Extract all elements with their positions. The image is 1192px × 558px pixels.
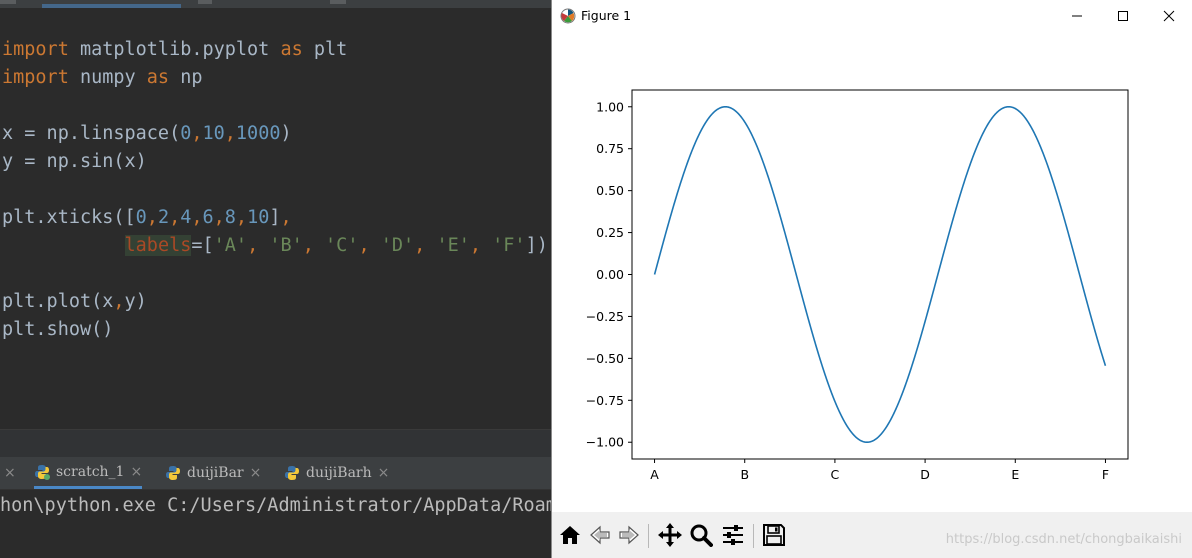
minimize-icon[interactable]	[1054, 0, 1100, 32]
code-line-2[interactable]: import numpy as np	[2, 66, 203, 90]
active-editor-tab-indicator[interactable]	[42, 4, 181, 8]
code-line-4[interactable]: x = np.linspace(0,10,1000)	[2, 122, 292, 146]
run-tab-bar: × scratch_1 × duijiBar × duijiBarh ×	[0, 457, 551, 490]
code-line-7[interactable]: plt.xticks([0,2,4,6,8,10],	[2, 206, 292, 230]
code-line-10[interactable]: plt.plot(x,y)	[2, 290, 147, 314]
configure-subplots-icon[interactable]	[718, 521, 748, 549]
toolbar-separator	[648, 524, 649, 548]
python-icon	[34, 464, 50, 480]
x-tick-label: A	[650, 467, 659, 482]
code-editor-pane: import matplotlib.pyplot as plt import n…	[0, 0, 551, 558]
python-icon	[284, 465, 300, 481]
python-icon	[165, 465, 181, 481]
run-tab-label: duijiBar	[187, 465, 244, 481]
run-tab-label: scratch_1	[56, 463, 125, 480]
plot-canvas[interactable]: A B C D E F 1.00 0.75 0.50 0.25 0.00 −0.25 −0.50 −0.7…	[552, 32, 1192, 512]
matplotlib-logo-icon	[560, 8, 576, 24]
x-tick-label: C	[831, 467, 840, 482]
x-tick-label: B	[740, 467, 749, 482]
x-tick-label: D	[920, 467, 930, 482]
home-icon[interactable]	[555, 521, 585, 549]
run-output-line[interactable]: hon\python.exe C:/Users/Administrator/Ap…	[0, 492, 551, 520]
y-tick-label: −0.25	[586, 309, 624, 324]
y-tick-label: −0.50	[586, 351, 624, 366]
zoom-icon[interactable]	[686, 521, 716, 549]
x-tick-label: F	[1102, 467, 1109, 482]
back-arrow-icon[interactable]	[585, 521, 615, 549]
y-tick-label: 0.00	[596, 267, 624, 282]
close-icon[interactable]: ×	[4, 465, 16, 481]
code-line-8[interactable]: labels=['A', 'B', 'C', 'D', 'E', 'F'])	[2, 234, 548, 258]
figure-window: Figure 1 A B C D E F 1.00 0.75 0.50 0.25 0.00 −0.25…	[551, 0, 1192, 558]
close-icon[interactable]	[1146, 0, 1192, 32]
close-icon[interactable]: ×	[378, 465, 390, 481]
y-tick-label: 0.75	[596, 141, 624, 156]
close-icon[interactable]: ×	[130, 464, 142, 480]
run-tab-duijibar[interactable]: duijiBar ×	[165, 457, 261, 489]
window-title: Figure 1	[581, 8, 632, 23]
toolbar-separator	[753, 524, 754, 548]
y-tick-label: 1.00	[596, 99, 624, 114]
run-tab-label: duijiBarh	[306, 465, 372, 481]
figure-titlebar[interactable]: Figure 1	[552, 0, 1192, 32]
maximize-icon[interactable]	[1100, 0, 1146, 32]
code-line-11[interactable]: plt.show()	[2, 318, 113, 342]
code-line-1[interactable]: import matplotlib.pyplot as plt	[2, 38, 347, 62]
panel-divider[interactable]	[0, 429, 551, 458]
y-tick-label: 0.25	[596, 225, 624, 240]
y-tick-label: 0.50	[596, 183, 624, 198]
editor-tab-bar[interactable]	[0, 0, 551, 8]
left-tab-close-icon[interactable]: ×	[0, 457, 16, 489]
run-tab-scratch-1[interactable]: scratch_1 ×	[34, 457, 143, 489]
matplotlib-toolbar: https://blog.csdn.net/chongbaikaishi	[552, 512, 1192, 558]
pan-icon[interactable]	[655, 521, 685, 549]
code-line-5[interactable]: y = np.sin(x)	[2, 150, 147, 174]
watermark-text: https://blog.csdn.net/chongbaikaishi	[945, 532, 1182, 547]
close-icon[interactable]: ×	[250, 465, 262, 481]
save-icon[interactable]	[759, 521, 789, 549]
run-tab-duijibarh[interactable]: duijiBarh ×	[284, 457, 389, 489]
x-tick-label: E	[1011, 467, 1019, 482]
y-tick-label: −1.00	[586, 435, 624, 450]
y-tick-label: −0.75	[586, 393, 624, 408]
forward-arrow-icon[interactable]	[614, 521, 644, 549]
